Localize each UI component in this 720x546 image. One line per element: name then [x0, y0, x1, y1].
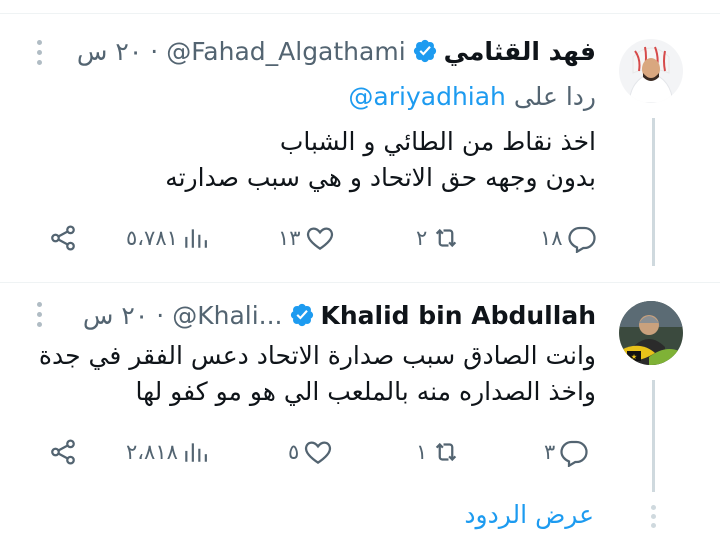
- author-name[interactable]: فهد القثامي: [444, 37, 596, 66]
- author-name[interactable]: Khalid bin Abdullah: [321, 301, 597, 330]
- reply-icon: [560, 440, 588, 467]
- tweet-1-actions: ٥،٧٨١ ١٣ ٢ ١٨: [40, 223, 600, 253]
- views-icon: [185, 229, 207, 248]
- heart-icon: [305, 441, 332, 464]
- verified-badge-icon: [289, 302, 315, 328]
- reply-count: ١٨: [540, 226, 563, 250]
- svg-text:★: ★: [631, 353, 637, 361]
- retweet-count: ١: [416, 440, 428, 464]
- like-button[interactable]: ١٣: [278, 223, 335, 253]
- heart-icon: [306, 227, 333, 250]
- avatar-fahad[interactable]: [619, 39, 683, 103]
- tweet-1-text: اخذ نقاط من الطائي و الشباب بدون وجهه حق…: [165, 124, 596, 196]
- like-button[interactable]: ٥: [288, 437, 333, 467]
- views-count: ٥،٧٨١: [126, 226, 178, 250]
- like-count: ١٣: [278, 226, 301, 250]
- share-button[interactable]: [48, 437, 78, 467]
- views-button[interactable]: ٢،٨١٨: [126, 437, 208, 467]
- tweet-text-line: واخذ الصداره منه بالملعب الي هو مو كفو ل…: [135, 377, 596, 406]
- tweet-2-actions: ٢،٨١٨ ٥ ١ ٣: [40, 437, 600, 467]
- share-icon: [51, 225, 75, 251]
- more-vertical-icon[interactable]: [34, 302, 44, 332]
- replying-label: ردا على: [513, 82, 596, 111]
- like-count: ٥: [288, 440, 300, 464]
- share-button[interactable]: [48, 223, 78, 253]
- separator-dot: ·: [156, 300, 165, 330]
- tweet-time[interactable]: ٢٠ س: [77, 37, 142, 66]
- thread-line: [652, 380, 655, 492]
- reply-count: ٣: [544, 440, 556, 464]
- tweet-2-text: وانت الصادق سبب صدارة الاتحاد دعس الفقر …: [39, 338, 596, 410]
- verified-badge-icon: [412, 38, 438, 64]
- top-divider: [0, 13, 720, 14]
- tweet-text-line: اخذ نقاط من الطائي و الشباب: [279, 127, 596, 156]
- retweet-icon: [436, 442, 457, 462]
- retweet-count: ٢: [416, 226, 428, 250]
- author-handle[interactable]: @Fahad_Algathami: [166, 37, 405, 66]
- reply-button[interactable]: ٣: [544, 437, 589, 467]
- share-icon: [51, 439, 75, 465]
- reply-button[interactable]: ١٨: [540, 223, 597, 253]
- replying-mention[interactable]: @ariyadhiah: [348, 82, 505, 111]
- views-icon: [185, 443, 207, 462]
- author-handle[interactable]: @Khali...: [172, 301, 282, 330]
- views-button[interactable]: ٥،٧٨١: [126, 223, 208, 253]
- show-replies-link[interactable]: عرض الردود: [464, 500, 594, 529]
- reply-icon: [567, 226, 596, 253]
- retweet-icon: [436, 228, 457, 248]
- separator-dot: ·: [150, 36, 159, 66]
- tweet-text-line: بدون وجهه حق الاتحاد و هي سبب صدارته: [165, 163, 596, 192]
- retweet-button[interactable]: ١: [416, 437, 461, 467]
- retweet-button[interactable]: ٢: [416, 223, 461, 253]
- thread-continuation-dots: [651, 505, 657, 528]
- tweet-2-header: Khalid bin Abdullah @Khali... · ٢٠ س: [83, 300, 596, 330]
- thread-line: [652, 118, 655, 266]
- views-count: ٢،٨١٨: [126, 440, 178, 464]
- tweet-text-line: وانت الصادق سبب صدارة الاتحاد دعس الفقر …: [38, 341, 596, 370]
- tweet-divider: [0, 282, 720, 283]
- tweet-1-header: فهد القثامي @Fahad_Algathami · ٢٠ س: [77, 36, 596, 66]
- replying-to: ردا على @ariyadhiah: [348, 82, 596, 111]
- avatar-khalid[interactable]: ★: [619, 301, 683, 365]
- tweet-time[interactable]: ٢٠ س: [83, 301, 148, 330]
- more-vertical-icon[interactable]: [34, 40, 44, 70]
